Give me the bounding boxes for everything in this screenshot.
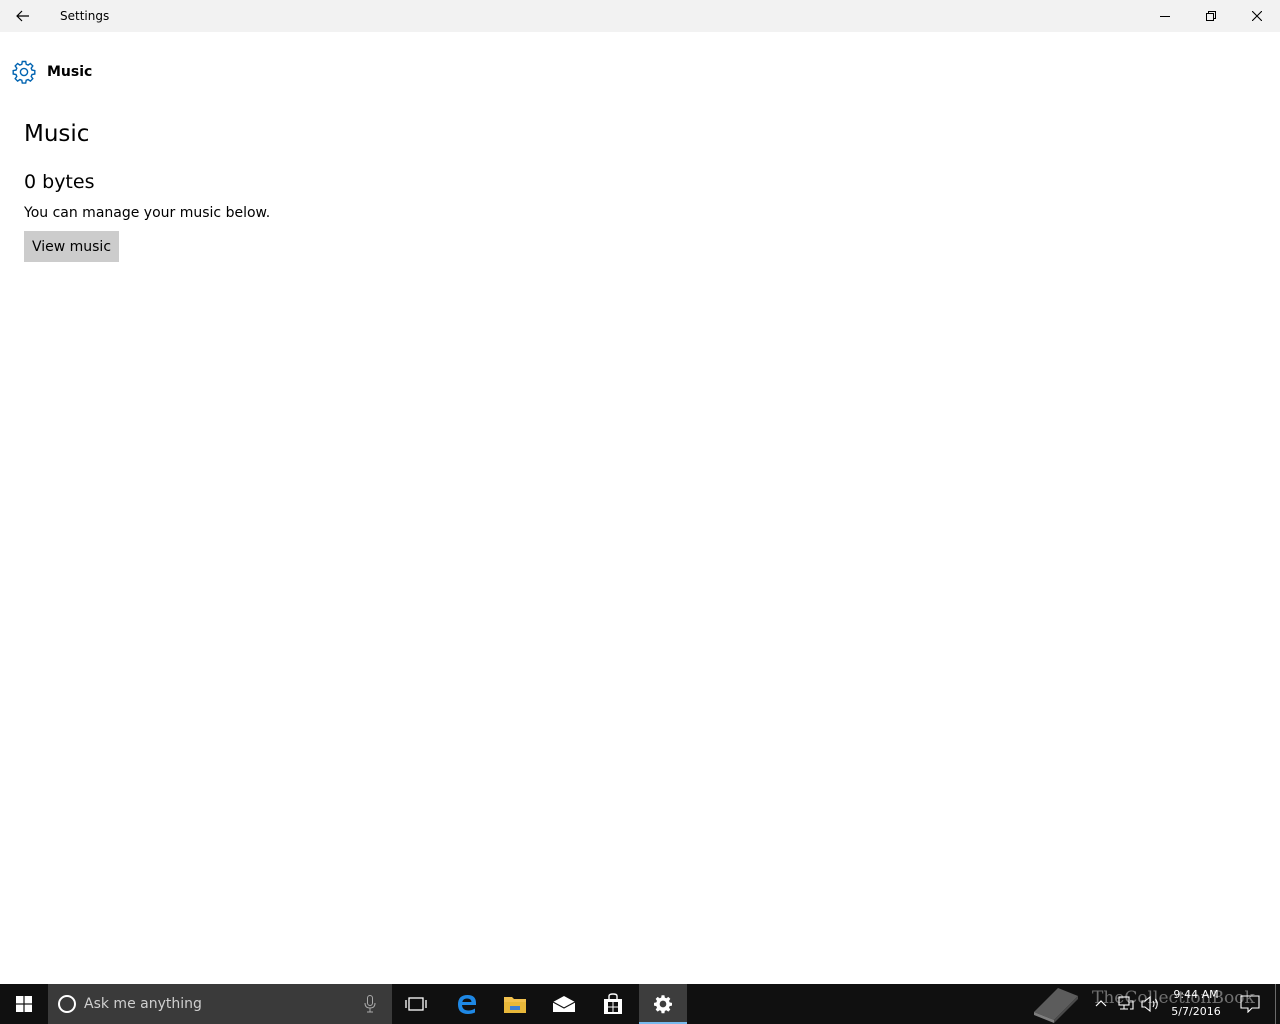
taskbar: Ask me anything 9:44 AM 5/7/2016 xyxy=(0,984,1280,1024)
windows-logo-icon xyxy=(16,996,32,1012)
restore-icon xyxy=(1206,11,1216,21)
close-button[interactable] xyxy=(1234,0,1280,32)
close-icon xyxy=(1252,11,1262,21)
header-title: Music xyxy=(47,64,93,80)
show-desktop-button[interactable] xyxy=(1275,984,1276,1024)
page-header: Music xyxy=(12,58,92,86)
view-music-button[interactable]: View music xyxy=(24,231,119,262)
network-icon[interactable] xyxy=(1117,995,1135,1013)
search-placeholder: Ask me anything xyxy=(84,996,202,1012)
clock-date: 5/7/2016 xyxy=(1171,1005,1221,1018)
taskbar-mail[interactable] xyxy=(540,984,588,1024)
chevron-up-icon[interactable] xyxy=(1095,996,1107,1012)
mail-icon xyxy=(552,996,576,1012)
title-bar: Settings xyxy=(0,0,1280,32)
volume-icon[interactable] xyxy=(1141,995,1161,1013)
arrow-left-icon xyxy=(16,10,29,22)
search-box[interactable]: Ask me anything xyxy=(48,984,392,1024)
store-icon xyxy=(604,993,622,1014)
task-view-button[interactable] xyxy=(392,984,440,1024)
action-center-icon[interactable] xyxy=(1240,995,1260,1013)
taskbar-settings[interactable] xyxy=(639,984,687,1024)
taskbar-file-explorer[interactable] xyxy=(491,984,539,1024)
task-view-icon xyxy=(405,997,427,1011)
taskbar-edge[interactable] xyxy=(443,984,491,1024)
music-description: You can manage your music below. xyxy=(24,205,271,221)
minimize-button[interactable] xyxy=(1142,0,1188,32)
cortana-icon xyxy=(58,995,76,1013)
minimize-icon xyxy=(1160,16,1170,17)
gear-icon xyxy=(12,60,36,84)
edge-icon xyxy=(458,995,476,1014)
gear-icon xyxy=(654,995,672,1014)
music-size-value: 0 bytes xyxy=(24,171,95,193)
folder-icon xyxy=(504,997,526,1013)
taskbar-store[interactable] xyxy=(589,984,637,1024)
clock[interactable]: 9:44 AM 5/7/2016 xyxy=(1166,986,1226,1020)
page-title: Music xyxy=(24,121,90,147)
window-title: Settings xyxy=(60,9,110,23)
start-button[interactable] xyxy=(0,984,48,1024)
microphone-icon[interactable] xyxy=(364,995,376,1013)
clock-time: 9:44 AM xyxy=(1173,988,1219,1001)
restore-button[interactable] xyxy=(1188,0,1234,32)
back-button[interactable] xyxy=(0,0,46,32)
